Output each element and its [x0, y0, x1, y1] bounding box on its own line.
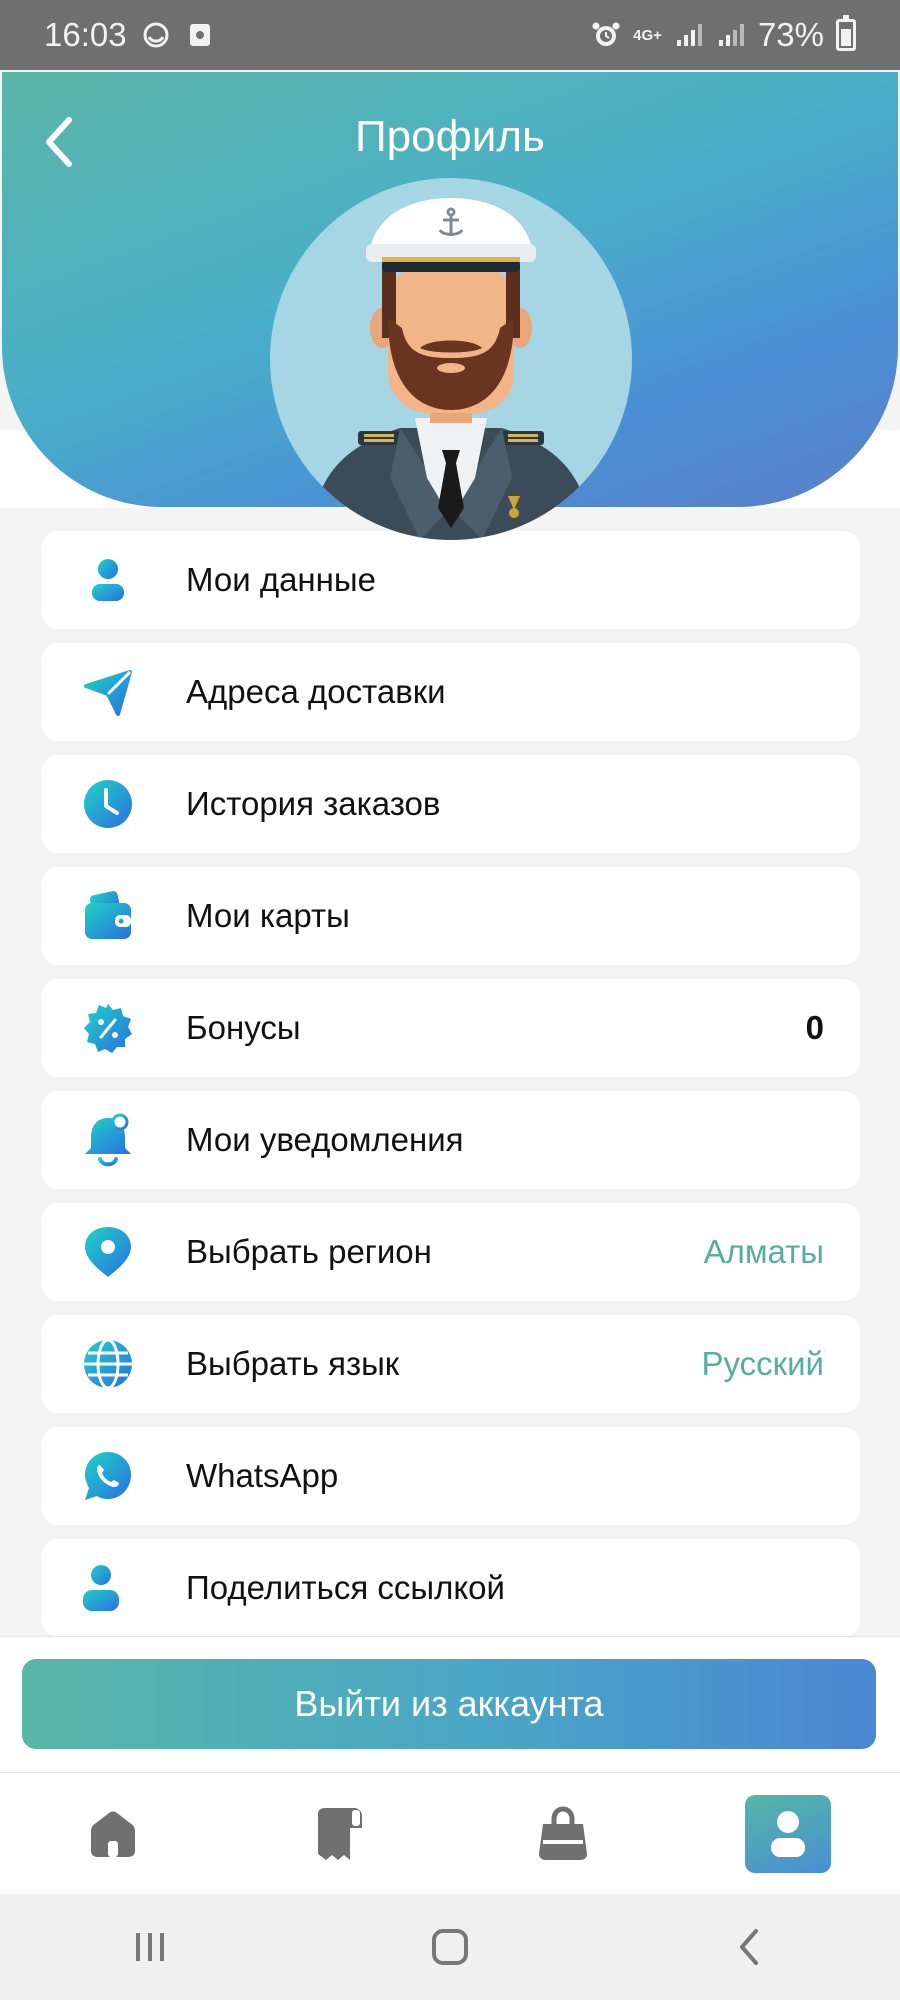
system-navigation-bar [0, 1894, 900, 2000]
user-icon [78, 550, 138, 610]
selected-region: Алматы [703, 1233, 824, 1270]
profile-menu: Мои данные Адреса доставки История заказ… [42, 531, 860, 1651]
recent-apps-icon [136, 1933, 164, 1961]
menu-item-order-history[interactable]: История заказов [42, 755, 860, 853]
selected-language: Русский [701, 1345, 824, 1382]
avatar[interactable] [270, 178, 632, 540]
globe-icon [78, 1334, 138, 1394]
menu-item-label: WhatsApp [186, 1457, 339, 1494]
signal-icon [674, 20, 704, 50]
status-time: 16:03 [44, 16, 127, 53]
system-back-button[interactable] [720, 1917, 780, 1977]
logout-button[interactable]: Выйти из аккаунта [22, 1659, 876, 1749]
back-arrow-icon [740, 1929, 758, 1965]
alarm-icon [591, 20, 621, 50]
map-pin-icon [78, 1222, 138, 1282]
do-not-disturb-icon [141, 20, 171, 50]
tab-home[interactable] [70, 1795, 156, 1873]
home-icon [90, 1811, 135, 1857]
screenshot-icon [185, 20, 215, 50]
home-square-icon [432, 1929, 468, 1965]
logout-area: Выйти из аккаунта [0, 1636, 900, 1772]
status-bar: 16:03 4G+ 73% [0, 0, 900, 70]
add-user-icon [78, 1558, 138, 1618]
tab-profile[interactable] [744, 1794, 831, 1873]
network-type: 4G+ [633, 26, 662, 44]
menu-item-bonuses[interactable]: Бонусы 0 [42, 979, 860, 1077]
bottom-tab-bar [0, 1772, 900, 1894]
menu-item-share-link[interactable]: Поделиться ссылкой [42, 1539, 860, 1637]
menu-item-notifications[interactable]: Мои уведомления [42, 1091, 860, 1189]
menu-item-whatsapp[interactable]: WhatsApp [42, 1427, 860, 1525]
captain-avatar-icon [310, 198, 592, 540]
page-title: Профиль [355, 112, 545, 161]
bonus-count: 0 [805, 1009, 824, 1046]
menu-item-label: Мои уведомления [186, 1121, 464, 1158]
recent-apps-button[interactable] [120, 1917, 180, 1977]
tab-orders[interactable] [295, 1795, 381, 1873]
discount-badge-icon [78, 998, 138, 1058]
whatsapp-icon [78, 1446, 138, 1506]
battery-percent: 73% [757, 16, 824, 53]
battery-icon [836, 15, 856, 51]
shopping-bag-icon [538, 1805, 587, 1860]
clock-icon [78, 774, 138, 834]
menu-item-label: Адреса доставки [186, 673, 446, 710]
menu-item-label: Бонусы [186, 1009, 301, 1046]
menu-item-language[interactable]: Выбрать язык Русский [42, 1315, 860, 1413]
menu-item-label: Выбрать регион [186, 1233, 432, 1270]
tab-cart[interactable] [520, 1795, 606, 1873]
menu-item-region[interactable]: Выбрать регион Алматы [42, 1203, 860, 1301]
menu-item-label: Мои данные [186, 561, 376, 598]
menu-item-my-cards[interactable]: Мои карты [42, 867, 860, 965]
profile-icon [770, 1810, 805, 1857]
menu-item-label: Поделиться ссылкой [186, 1569, 505, 1606]
location-arrow-icon [78, 662, 138, 722]
bell-icon [78, 1110, 138, 1170]
receipt-icon [317, 1807, 362, 1860]
signal-icon-2 [716, 20, 746, 50]
menu-item-delivery-addresses[interactable]: Адреса доставки [42, 643, 860, 741]
menu-item-my-data[interactable]: Мои данные [42, 531, 860, 629]
home-button[interactable] [420, 1917, 480, 1977]
menu-item-label: Мои карты [186, 897, 350, 934]
wallet-icon [78, 886, 138, 946]
menu-item-label: Выбрать язык [186, 1345, 400, 1382]
menu-item-label: История заказов [186, 785, 441, 822]
